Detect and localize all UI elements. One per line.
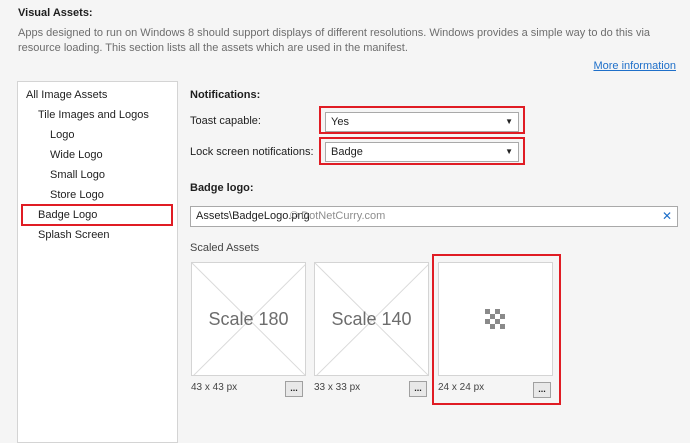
browse-button[interactable]: ...	[409, 381, 427, 397]
badge-logo-title: Badge logo:	[190, 182, 254, 194]
browse-button[interactable]: ...	[285, 381, 303, 397]
tile-scale-label: Scale 180	[208, 309, 289, 329]
page-title: Visual Assets:	[18, 7, 93, 19]
lock-screen-highlight-box	[319, 137, 525, 165]
more-information-link[interactable]: More information	[593, 60, 676, 72]
watermark: © DotNetCurry.com	[290, 210, 386, 222]
scale-100-highlight-box	[432, 254, 561, 405]
toast-highlight-box	[319, 106, 525, 134]
sidebar-item-store-logo[interactable]: Store Logo	[50, 189, 104, 201]
toast-capable-label: Toast capable:	[190, 115, 261, 127]
asset-sidebar	[17, 81, 178, 443]
scaled-assets-title: Scaled Assets	[190, 242, 260, 254]
lock-screen-label: Lock screen notifications:	[190, 146, 314, 158]
tile-size-label: 33 x 33 px	[314, 382, 361, 393]
sidebar-item-logo[interactable]: Logo	[50, 129, 74, 141]
sidebar-item-splash-screen[interactable]: Splash Screen	[38, 229, 110, 241]
notifications-title: Notifications:	[190, 89, 261, 101]
page-description: Apps designed to run on Windows 8 should…	[18, 27, 651, 54]
sidebar-item-wide-logo[interactable]: Wide Logo	[50, 149, 103, 161]
sidebar-item-all-image-assets[interactable]: All Image Assets	[26, 89, 107, 101]
clear-icon[interactable]: ✕	[662, 207, 672, 226]
asset-tile-scale-140[interactable]: Scale 140	[314, 262, 429, 376]
badge-logo-path-input[interactable]: Assets\BadgeLogo.png ✕	[190, 206, 678, 227]
asset-tile-scale-180[interactable]: Scale 180	[191, 262, 306, 376]
sidebar-item-small-logo[interactable]: Small Logo	[50, 169, 105, 181]
tile-scale-label: Scale 140	[331, 309, 412, 329]
selected-item-highlight	[21, 204, 173, 226]
tile-size-label: 43 x 43 px	[191, 382, 238, 393]
sidebar-item-tile-images-and-logos[interactable]: Tile Images and Logos	[38, 109, 149, 121]
